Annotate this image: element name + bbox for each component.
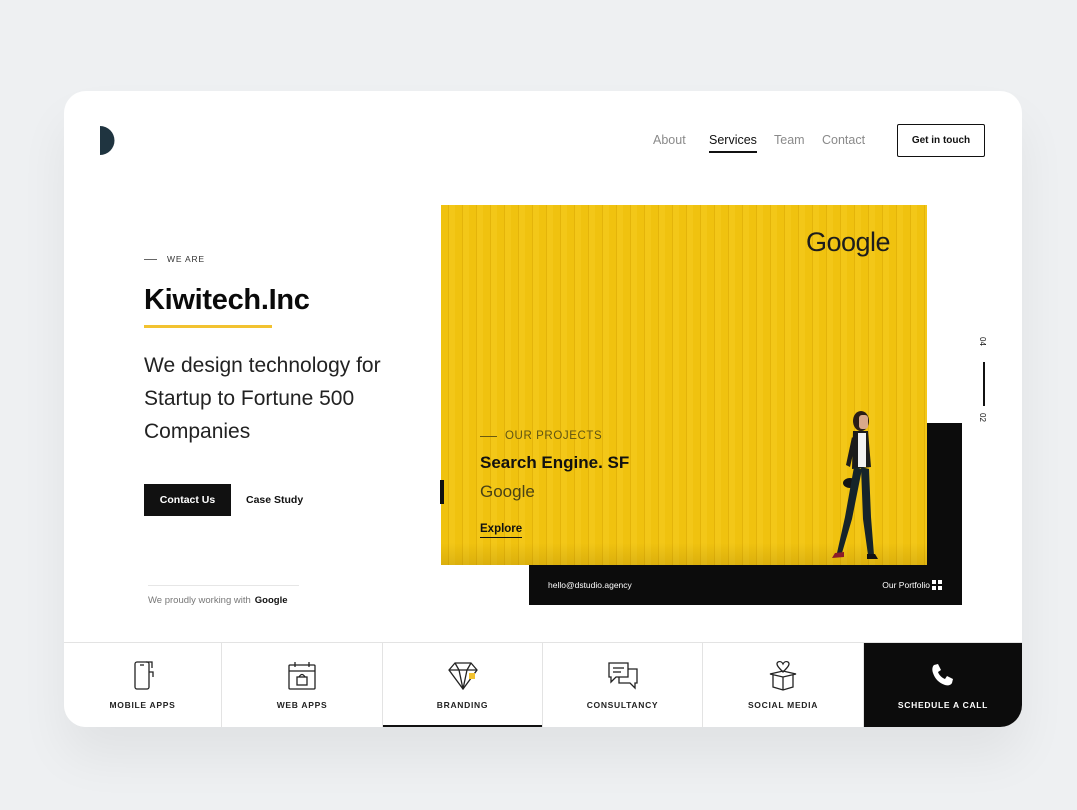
tab-branding[interactable]: BRANDING (383, 643, 543, 727)
partners-text: We proudly working with (148, 595, 251, 606)
schedule-call-button[interactable]: SCHEDULE A CALL (864, 643, 1022, 727)
tab-label: WEB APPS (276, 700, 328, 710)
title-underline (144, 325, 272, 328)
phone-icon (932, 664, 953, 686)
contact-us-button[interactable]: Contact Us (144, 484, 231, 516)
calendar-bag-icon (288, 662, 316, 690)
hero-brand-logo: Google (806, 227, 891, 257)
eyebrow-dash (144, 258, 157, 260)
pager-line (983, 362, 985, 406)
divider (148, 585, 299, 586)
hero-edge-tab (440, 480, 444, 504)
hero-footer-bar: hello@dstudio.agency Our Portfolio (529, 565, 962, 605)
company-title: Kiwitech.Inc (144, 284, 310, 316)
slide-pager[interactable]: 04 02 (974, 337, 994, 427)
services-tabs: MOBILE APPS WEB APPS BRANDING CONSULTANC… (64, 642, 1022, 727)
eyebrow-text: WE ARE (167, 254, 205, 264)
tab-label: BRANDING (436, 700, 489, 710)
tab-label: CONSULTANCY (586, 700, 659, 710)
nav-about[interactable]: About (653, 133, 686, 147)
heart-box-icon (769, 660, 797, 691)
case-study-link[interactable]: Case Study (246, 494, 303, 506)
diamond-icon (447, 662, 478, 691)
project-title: Search Engine. SF (480, 453, 630, 472)
tab-label: SCHEDULE A CALL (897, 700, 989, 710)
walking-person-illustration (832, 411, 878, 559)
nav-services[interactable]: Services (709, 133, 757, 147)
email-link[interactable]: hello@dstudio.agency (548, 580, 632, 590)
partners-brand: Google (254, 595, 288, 606)
portfolio-link[interactable]: Our Portfolio (882, 580, 930, 590)
half-circle-logo-icon[interactable] (100, 126, 115, 155)
landing-card: Services About Team Contact Get in touch… (64, 91, 1022, 727)
tab-mobile-apps[interactable]: MOBILE APPS (64, 643, 222, 727)
pager-total: 04 (977, 337, 987, 346)
nav-team[interactable]: Team (774, 133, 805, 147)
grid-icon[interactable] (932, 580, 942, 590)
tab-label: SOCIAL MEDIA (747, 700, 819, 710)
projects-eyebrow: OUR PROJECTS (480, 430, 602, 442)
nav-contact[interactable]: Contact (822, 133, 865, 147)
tab-social-media[interactable]: SOCIAL MEDIA (703, 643, 864, 727)
explore-link[interactable]: Explore (480, 523, 523, 538)
hero-image[interactable]: Google OUR PROJECTS Search Engine. SF Go… (441, 205, 927, 565)
tab-consultancy[interactable]: CONSULTANCY (543, 643, 703, 727)
eyebrow: WE ARE (144, 254, 205, 264)
chat-bubbles-icon (607, 662, 638, 690)
nav-active-underline (709, 151, 757, 153)
tab-web-apps[interactable]: WEB APPS (222, 643, 383, 727)
tab-label: MOBILE APPS (109, 700, 176, 710)
projects-dash (480, 435, 497, 437)
project-client: Google (480, 482, 535, 501)
partners-note: We proudly working with Google (148, 595, 288, 606)
get-in-touch-button[interactable]: Get in touch (897, 124, 985, 157)
pager-current: 02 (977, 413, 987, 422)
projects-eyebrow-text: OUR PROJECTS (505, 430, 603, 442)
tagline: We design technology for Startup to Fort… (144, 354, 381, 443)
mobile-phone-icon (133, 661, 154, 690)
